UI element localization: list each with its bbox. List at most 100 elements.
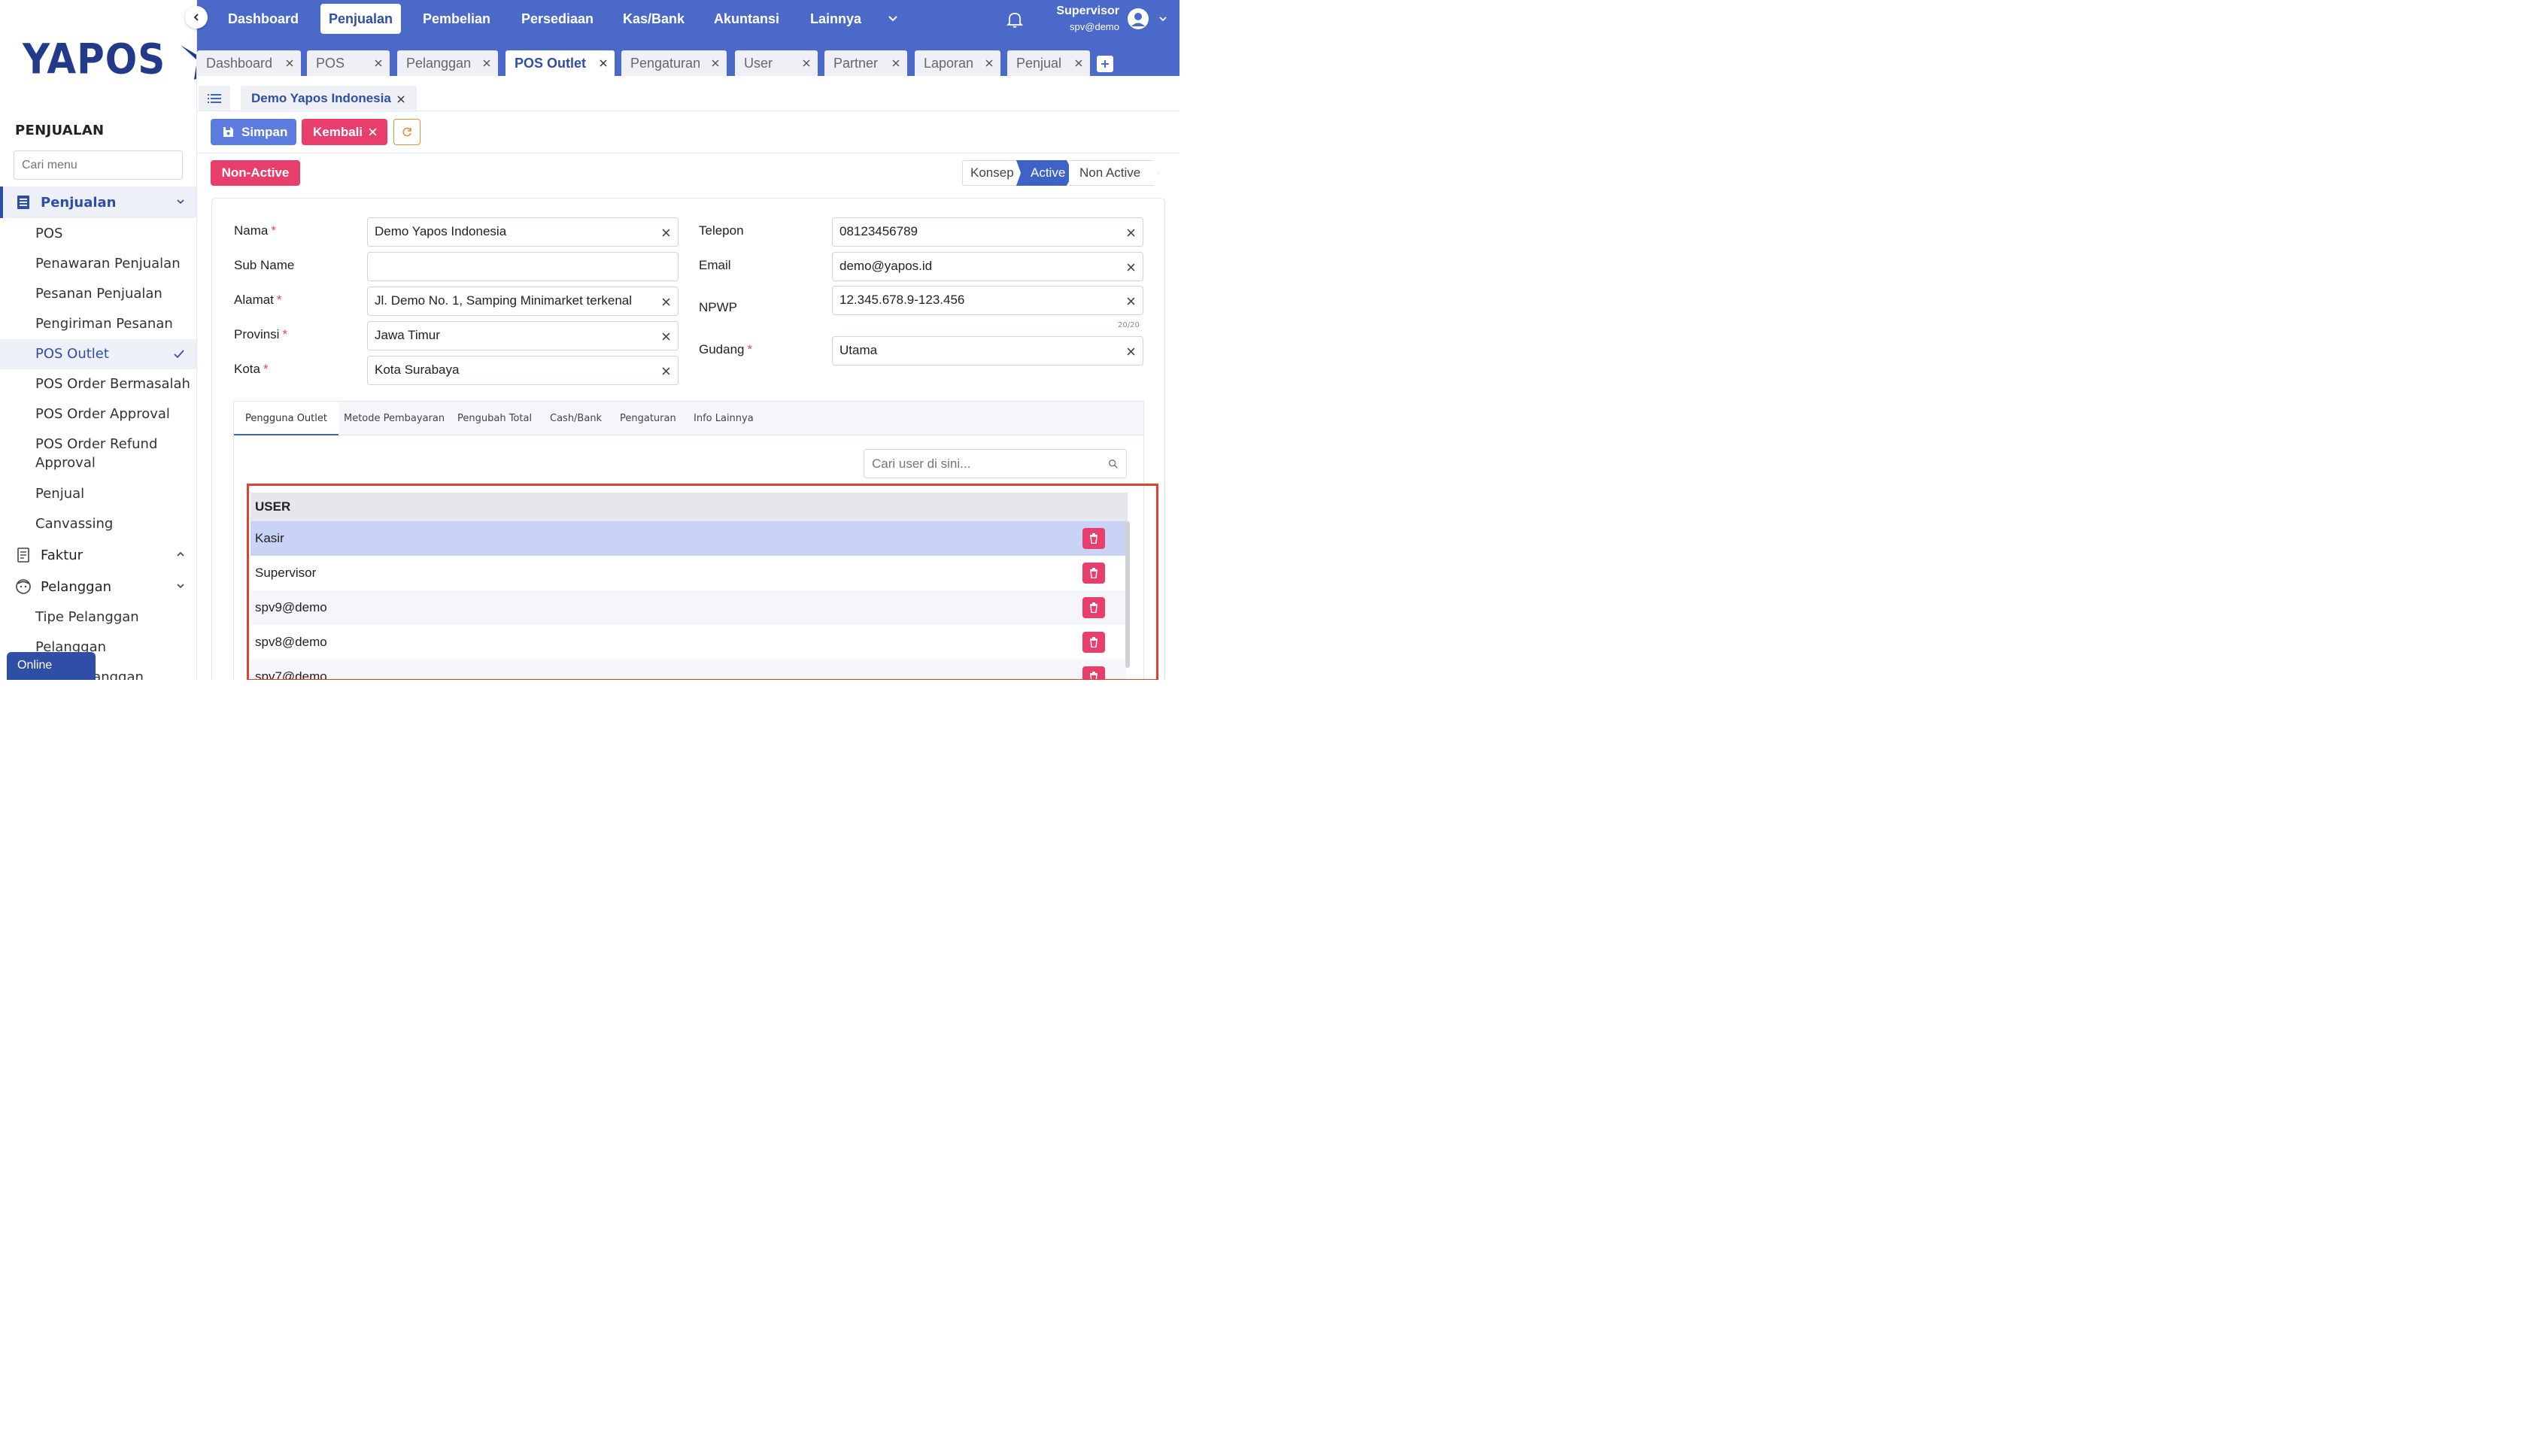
plus-icon — [1101, 60, 1109, 68]
window-tab-laporan[interactable]: Laporan — [915, 50, 1000, 76]
email-value: demo@yapos.id — [839, 259, 933, 273]
sidebar-search[interactable] — [14, 150, 183, 180]
close-icon[interactable] — [892, 59, 900, 67]
tab-pengguna-outlet[interactable]: Pengguna Outlet — [234, 402, 339, 435]
window-tab-pos[interactable]: POS — [307, 50, 390, 76]
gudang-label: Gudang * — [699, 342, 753, 356]
logo[interactable]: YAPOS — [23, 35, 196, 83]
close-icon[interactable] — [286, 59, 293, 67]
npwp-field[interactable]: 12.345.678.9-123.456 — [832, 286, 1143, 315]
clear-icon[interactable] — [1127, 347, 1135, 356]
sidebar-group-faktur[interactable]: Faktur — [0, 539, 196, 571]
npwp-char-counter: 20/20 — [1118, 321, 1140, 329]
sidebar-group-label: Faktur — [41, 547, 83, 563]
tab-cash-bank[interactable]: Cash/Bank — [550, 402, 602, 435]
telepon-field[interactable]: 08123456789 — [832, 217, 1143, 247]
nama-field[interactable]: Demo Yapos Indonesia — [367, 217, 679, 247]
sidebar-group-pelanggan[interactable]: Pelanggan — [0, 571, 196, 602]
record-tab-label: Demo Yapos Indonesia — [251, 91, 391, 105]
nav-item-pembelian[interactable]: Pembelian — [414, 4, 499, 34]
sidebar-item-pos[interactable]: POS — [0, 224, 196, 243]
sidebar-item-pos-order-bermasalah[interactable]: POS Order Bermasalah — [0, 375, 196, 393]
sidebar-item-tipe-pelanggan[interactable]: Tipe Pelanggan — [0, 608, 196, 626]
npwp-value: 12.345.678.9-123.456 — [839, 293, 965, 307]
window-tab-label: Laporan — [924, 55, 974, 71]
provinsi-field[interactable]: Jawa Timur — [367, 321, 679, 350]
nav-item-lainnya[interactable]: Lainnya — [802, 4, 870, 34]
tab-pengaturan[interactable]: Pengaturan — [620, 402, 676, 435]
window-tab-pengaturan[interactable]: Pengaturan — [621, 50, 727, 76]
window-tab-penjual[interactable]: Penjual — [1007, 50, 1090, 76]
clear-icon[interactable] — [1127, 297, 1135, 305]
clear-icon[interactable] — [662, 367, 670, 375]
user-search[interactable] — [864, 449, 1127, 478]
sidebar-item-penjual[interactable]: Penjual — [0, 484, 196, 503]
chevron-down-icon[interactable] — [1158, 14, 1167, 23]
window-tab-dashboard[interactable]: Dashboard — [197, 50, 301, 76]
close-icon[interactable] — [1075, 59, 1082, 67]
window-tab-label: Pelanggan — [406, 55, 472, 71]
save-button[interactable]: Simpan — [211, 119, 296, 145]
list-view-button[interactable] — [199, 86, 230, 111]
window-tab-pos-outlet[interactable]: POS Outlet — [506, 50, 615, 76]
online-status-badge[interactable]: Online — [7, 652, 96, 680]
close-icon[interactable] — [397, 96, 405, 103]
clear-icon[interactable] — [662, 332, 670, 341]
collapse-sidebar-button[interactable] — [185, 6, 208, 29]
window-tab-label: User — [744, 55, 773, 71]
sidebar-group-penjualan[interactable]: Penjualan — [0, 187, 196, 218]
user-name[interactable]: Supervisor — [1040, 5, 1119, 18]
add-tab-button[interactable] — [1097, 56, 1113, 72]
tab-metode-pembayaran[interactable]: Metode Pembayaran — [344, 402, 445, 435]
email-field[interactable]: demo@yapos.id — [832, 252, 1143, 281]
window-tab-partner[interactable]: Partner — [824, 50, 907, 76]
sidebar-item-pos-outlet[interactable]: POS Outlet — [0, 339, 196, 369]
user-search-input[interactable] — [872, 456, 1108, 472]
close-icon[interactable] — [712, 59, 719, 67]
tab-info-lainnya[interactable]: Info Lainnya — [694, 402, 754, 435]
refresh-button[interactable] — [393, 119, 420, 145]
window-tab-user[interactable]: User — [735, 50, 818, 76]
sidebar-item-penawaran-penjualan[interactable]: Penawaran Penjualan — [0, 254, 196, 273]
nav-item-persediaan[interactable]: Persediaan — [513, 4, 602, 34]
sidebar-item-pengiriman-pesanan[interactable]: Pengiriman Pesanan — [0, 314, 196, 333]
window-tab-pelanggan[interactable]: Pelanggan — [397, 50, 498, 76]
status-step-non-active[interactable]: Non Active — [1069, 160, 1159, 186]
back-button[interactable]: Kembali — [302, 119, 387, 145]
bell-icon[interactable] — [1006, 11, 1023, 29]
subname-field[interactable] — [367, 252, 679, 281]
clear-icon[interactable] — [1127, 229, 1135, 237]
nav-item-kas-bank[interactable]: Kas/Bank — [615, 4, 693, 34]
sidebar: YAPOS PENJUALAN Penjualan POS Penawaran … — [0, 0, 197, 680]
nav-item-akuntansi[interactable]: Akuntansi — [706, 4, 788, 34]
kota-field[interactable]: Kota Surabaya — [367, 356, 679, 385]
gudang-field[interactable]: Utama — [832, 336, 1143, 366]
chevron-down-icon[interactable] — [888, 13, 898, 23]
close-icon[interactable] — [803, 59, 810, 67]
status-step-active[interactable]: Active — [1016, 160, 1073, 186]
close-icon[interactable] — [483, 59, 490, 67]
window-tab-label: Partner — [833, 55, 879, 71]
nav-item-dashboard[interactable]: Dashboard — [220, 4, 307, 34]
close-icon[interactable] — [985, 59, 993, 67]
sidebar-item-pesanan-penjualan[interactable]: Pesanan Penjualan — [0, 284, 196, 303]
alamat-value: Jl. Demo No. 1, Samping Minimarket terke… — [375, 293, 633, 308]
sidebar-item-pos-order-refund-approval[interactable]: POS Order Refund Approval — [0, 435, 165, 472]
avatar[interactable] — [1127, 8, 1149, 30]
close-icon[interactable] — [600, 59, 607, 67]
sidebar-item-pos-order-approval[interactable]: POS Order Approval — [0, 405, 196, 423]
clear-icon[interactable] — [662, 229, 670, 237]
close-icon[interactable] — [375, 59, 382, 67]
close-icon — [369, 128, 377, 136]
clear-icon[interactable] — [1127, 263, 1135, 271]
nav-item-penjualan[interactable]: Penjualan — [320, 4, 402, 34]
sidebar-search-input[interactable] — [22, 158, 178, 172]
record-tab[interactable]: Demo Yapos Indonesia — [241, 86, 417, 112]
non-active-button[interactable]: Non-Active — [211, 160, 300, 186]
status-step-konsep[interactable]: Konsep — [962, 160, 1019, 186]
alamat-field[interactable]: Jl. Demo No. 1, Samping Minimarket terke… — [367, 287, 679, 316]
tab-pengubah-total[interactable]: Pengubah Total — [457, 402, 532, 435]
sidebar-item-canvassing[interactable]: Canvassing — [0, 514, 196, 533]
provinsi-label: Provinsi * — [234, 327, 288, 341]
clear-icon[interactable] — [662, 298, 670, 306]
